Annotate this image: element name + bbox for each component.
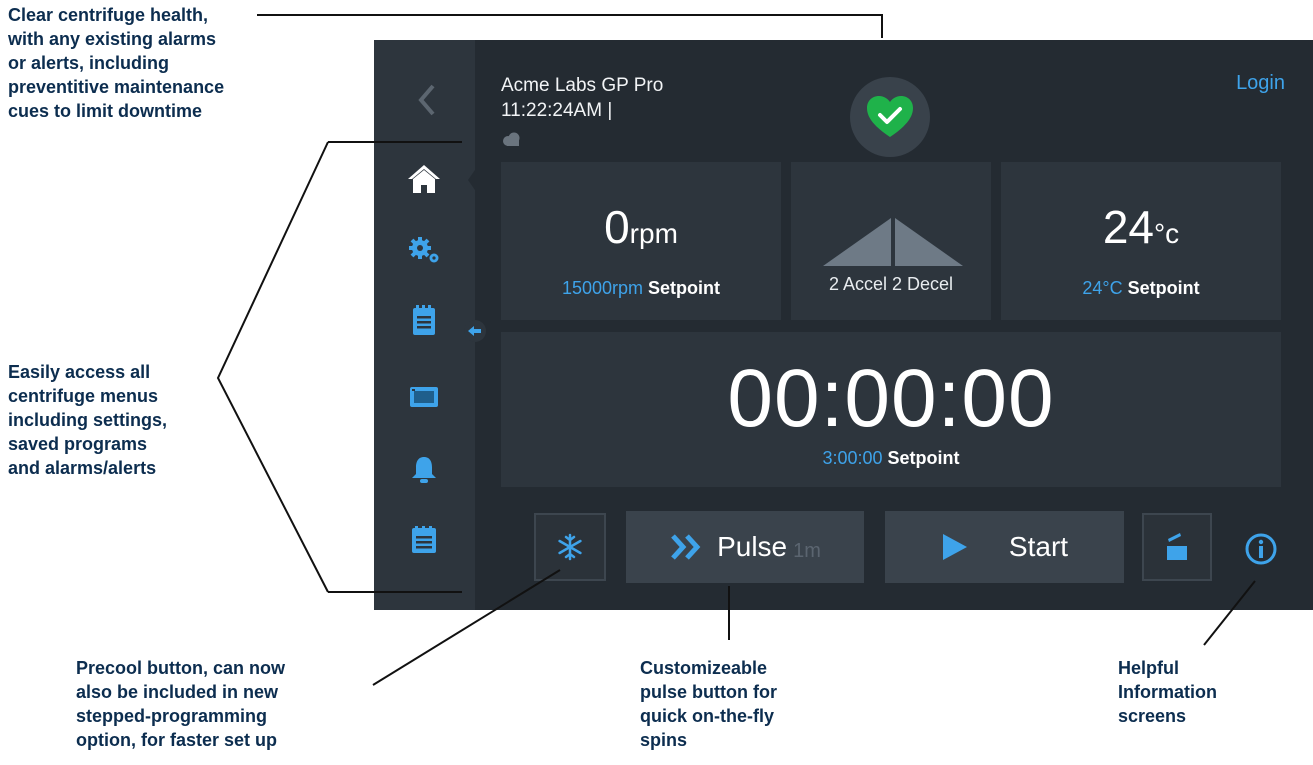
temperature-setpoint-label: Setpoint xyxy=(1127,278,1200,298)
sidebar-item-alarms[interactable] xyxy=(394,445,454,495)
speed-readout: 0rpm xyxy=(501,200,781,254)
annotation-health: Clear centrifuge health, with any existi… xyxy=(8,5,225,121)
home-icon xyxy=(408,165,440,193)
accel-decel-ramp-icon xyxy=(823,218,963,266)
bell-icon xyxy=(412,457,436,483)
centrifuge-screen: Acme Labs GP Pro 11:22:24AM | Login 0rpm… xyxy=(374,40,1313,610)
temperature-value: 24 xyxy=(1102,201,1154,253)
pulse-duration: 1m xyxy=(793,539,821,562)
logs-icon xyxy=(412,526,436,553)
sidebar-item-display[interactable] xyxy=(394,372,454,422)
sidebar-item-settings[interactable] xyxy=(394,225,454,275)
clock: 11:22:24AM | xyxy=(501,100,613,121)
health-status-indicator[interactable] xyxy=(850,77,930,157)
sidebar xyxy=(374,40,475,610)
annotation-precool: Precool button, can now also be included… xyxy=(76,658,286,750)
speed-setpoint-value: 15000rpm xyxy=(561,278,644,298)
temperature-readout: 24°c xyxy=(1001,200,1281,254)
speed-value: 0 xyxy=(604,201,630,253)
temperature-panel[interactable]: 24°c 24°C Setpoint xyxy=(1001,162,1281,320)
annotation-pulse: Customizeable pulse button for quick on-… xyxy=(640,658,777,750)
timer-value: 00:00:00 xyxy=(727,353,1055,444)
accel-value: 2 Accel xyxy=(828,274,887,294)
device-name: Acme Labs GP Pro xyxy=(501,75,664,96)
chevron-left-icon xyxy=(418,84,435,116)
sidebar-collapse-handle[interactable] xyxy=(464,320,486,342)
annotation-menus: Easily access all centrifuge menus inclu… xyxy=(8,362,168,478)
sidebar-item-logs[interactable] xyxy=(394,515,454,565)
ramp-readout: 2 Accel 2 Decel xyxy=(791,274,991,295)
snowflake-icon xyxy=(558,533,582,561)
cloud-icon xyxy=(501,132,523,151)
double-chevron-right-icon xyxy=(671,534,701,560)
ramp-panel[interactable]: 2 Accel 2 Decel xyxy=(791,162,991,320)
lid-open-button[interactable] xyxy=(1142,513,1212,581)
timer-setpoint: 3:00:00 Setpoint xyxy=(501,448,1281,469)
timer-panel[interactable]: 00:00:00 3:00:00 Setpoint xyxy=(501,332,1281,487)
lid-open-icon xyxy=(1167,533,1187,560)
start-label: Start xyxy=(1008,531,1069,562)
callout-line-menus-bracket xyxy=(216,141,329,593)
start-button[interactable]: Start xyxy=(885,511,1124,583)
login-link[interactable]: Login xyxy=(1236,72,1285,95)
speed-setpoint-label: Setpoint xyxy=(648,278,721,298)
display-icon xyxy=(410,387,438,407)
settings-gears-icon xyxy=(409,237,439,263)
arrow-left-icon xyxy=(468,326,481,336)
speed-unit: rpm xyxy=(629,218,678,249)
main-panel: Acme Labs GP Pro 11:22:24AM | Login 0rpm… xyxy=(475,40,1313,610)
pulse-button[interactable]: Pulse 1m xyxy=(626,511,864,583)
heart-check-icon xyxy=(867,96,913,137)
temperature-setpoint: 24°C Setpoint xyxy=(1001,278,1281,299)
precool-button[interactable] xyxy=(534,513,606,581)
speed-panel[interactable]: 0rpm 15000rpm Setpoint xyxy=(501,162,781,320)
annotation-info: Helpful Information screens xyxy=(1118,658,1217,726)
pulse-label: Pulse xyxy=(717,531,788,562)
timer-setpoint-label: Setpoint xyxy=(887,448,960,468)
play-icon xyxy=(942,534,967,560)
decel-value: 2 Decel xyxy=(892,274,954,294)
programs-clipboard-icon xyxy=(413,305,435,335)
sidebar-item-programs[interactable] xyxy=(394,295,454,345)
callout-line-health xyxy=(257,14,883,38)
info-button[interactable] xyxy=(1240,528,1282,570)
temperature-setpoint-value: 24°C xyxy=(1082,278,1123,298)
back-button[interactable] xyxy=(411,80,441,120)
speed-setpoint: 15000rpm Setpoint xyxy=(501,278,781,299)
timer-setpoint-value: 3:00:00 xyxy=(822,448,883,468)
info-icon xyxy=(1245,533,1277,565)
sidebar-item-home[interactable] xyxy=(394,154,454,204)
temperature-unit: °c xyxy=(1153,218,1180,249)
